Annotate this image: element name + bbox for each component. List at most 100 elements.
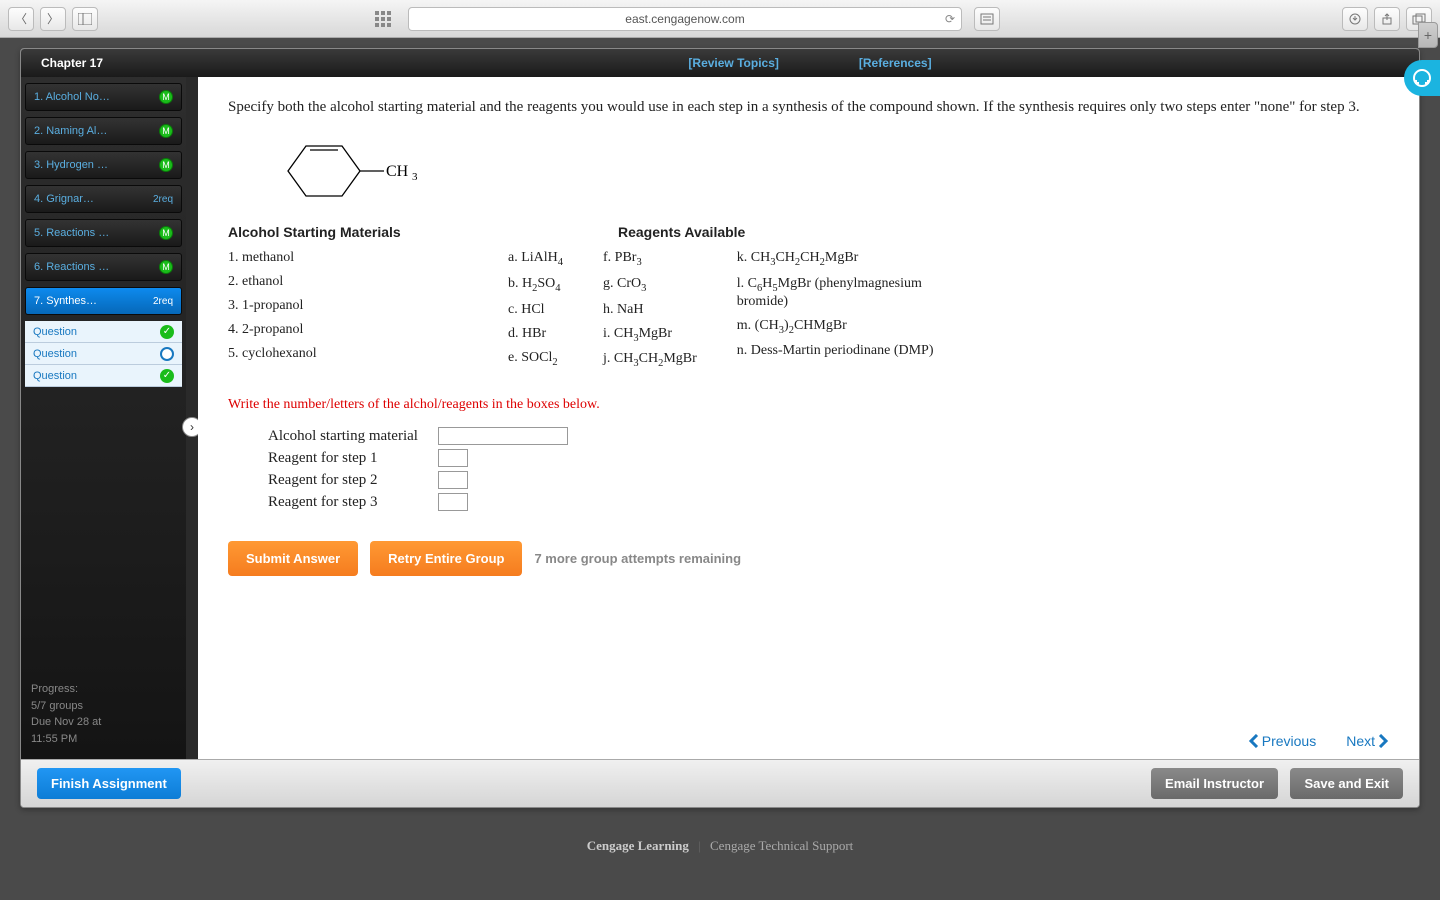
support-chat-button[interactable] — [1404, 60, 1440, 96]
mastered-badge-icon: M — [159, 90, 173, 104]
alcohol-starting-input[interactable] — [438, 427, 568, 445]
new-tab-button[interactable]: + — [1418, 22, 1438, 48]
reagent-step2-input[interactable] — [438, 471, 468, 489]
next-label: Next — [1346, 733, 1375, 749]
bottom-toolbar: Finish Assignment Email Instructor Save … — [21, 759, 1419, 807]
chemical-structure: CH 3 — [268, 136, 1389, 206]
prev-label: Previous — [1262, 733, 1316, 749]
list-item: n. Dess-Martin periodinane (DMP) — [737, 343, 957, 359]
nav-item-reactions-5[interactable]: 5. Reactions … M — [25, 219, 182, 247]
progress-block: Progress: 5/7 groups Due Nov 28 at 11:55… — [31, 681, 101, 747]
review-topics-link[interactable]: [Review Topics] — [688, 56, 778, 70]
reader-button[interactable] — [974, 7, 1000, 31]
sub-question-1[interactable]: Question ✓ — [25, 321, 182, 343]
list-item: d. HBr — [508, 326, 563, 342]
nav-label: 1. Alcohol No… — [34, 91, 110, 103]
sub-question-2[interactable]: Question — [25, 343, 182, 365]
question-sidebar: 1. Alcohol No… M 2. Naming Al… M 3. Hydr… — [21, 77, 186, 759]
required-badge: 2req — [153, 296, 173, 307]
sub-question-3[interactable]: Question ✓ — [25, 365, 182, 387]
chapter-title: Chapter 17 — [41, 56, 221, 70]
mastered-badge-icon: M — [159, 158, 173, 172]
assignment-window: Chapter 17 [Review Topics] [References] … — [20, 48, 1420, 808]
share-button[interactable] — [1374, 7, 1400, 31]
chapter-topbar: Chapter 17 [Review Topics] [References] — [21, 49, 1419, 77]
nav-item-synthesis[interactable]: 7. Synthes… 2req — [25, 287, 182, 315]
list-item: 4. 2-propanol — [228, 322, 448, 338]
reader-icon — [980, 13, 994, 25]
email-instructor-button[interactable]: Email Instructor — [1151, 768, 1278, 799]
grid-icon — [372, 8, 394, 30]
nav-label: 4. Grignar… — [34, 193, 94, 205]
footer-brand: Cengage Learning — [587, 838, 689, 853]
url-text: east.cengagenow.com — [625, 12, 744, 26]
input-label: Reagent for step 2 — [268, 472, 438, 489]
mastered-badge-icon: M — [159, 260, 173, 274]
list-item: c. HCl — [508, 302, 563, 318]
input-label: Alcohol starting material — [268, 428, 438, 445]
list-item: 3. 1-propanol — [228, 298, 448, 314]
input-label: Reagent for step 1 — [268, 450, 438, 467]
headset-icon — [1411, 67, 1433, 89]
alcohol-heading: Alcohol Starting Materials — [228, 224, 448, 240]
browser-toolbar: 〈 〉 east.cengagenow.com ⟳ — [0, 0, 1440, 38]
nav-label: 7. Synthes… — [34, 295, 97, 307]
list-item: 5. cyclohexanol — [228, 346, 448, 362]
next-link[interactable]: Next — [1346, 733, 1389, 749]
list-item: 2. ethanol — [228, 274, 448, 290]
retry-group-button[interactable]: Retry Entire Group — [370, 541, 522, 576]
list-item: 1. methanol — [228, 250, 448, 266]
nav-item-reactions-6[interactable]: 6. Reactions … M — [25, 253, 182, 281]
save-exit-button[interactable]: Save and Exit — [1290, 768, 1403, 799]
nav-item-grignard[interactable]: 4. Grignar… 2req — [25, 185, 182, 213]
instruction-text: Write the number/letters of the alchol/r… — [228, 397, 1389, 413]
submit-answer-button[interactable]: Submit Answer — [228, 541, 358, 576]
input-label: Reagent for step 3 — [268, 494, 438, 511]
sub-label: Question — [33, 370, 77, 382]
back-button[interactable]: 〈 — [8, 7, 34, 31]
attempts-remaining: 7 more group attempts remaining — [534, 551, 741, 566]
previous-link[interactable]: Previous — [1248, 733, 1316, 749]
question-content: Specify both the alcohol starting materi… — [198, 77, 1419, 759]
list-item: b. H2SO4 — [508, 276, 563, 294]
list-item: a. LiAlH4 — [508, 250, 563, 268]
top-sites-button[interactable] — [370, 7, 396, 31]
nav-item-hydrogen[interactable]: 3. Hydrogen … M — [25, 151, 182, 179]
list-item: j. CH3CH2MgBr — [603, 351, 697, 369]
address-bar[interactable]: east.cengagenow.com ⟳ — [408, 7, 962, 31]
nav-item-naming-al[interactable]: 2. Naming Al… M — [25, 117, 182, 145]
sidebar-icon — [78, 13, 92, 25]
progress-due: Due Nov 28 at — [31, 714, 101, 731]
nav-label: 3. Hydrogen … — [34, 159, 108, 171]
svg-text:CH: CH — [386, 163, 409, 180]
mastered-badge-icon: M — [159, 124, 173, 138]
finish-assignment-button[interactable]: Finish Assignment — [37, 768, 181, 799]
references-link[interactable]: [References] — [859, 56, 932, 70]
progress-title: Progress: — [31, 681, 101, 698]
downloads-button[interactable] — [1342, 7, 1368, 31]
sub-label: Question — [33, 348, 77, 360]
download-icon — [1349, 13, 1361, 25]
reagent-step3-input[interactable] — [438, 493, 468, 511]
page-footer: Cengage Learning | Cengage Technical Sup… — [0, 838, 1440, 854]
reagents-heading: Reagents Available — [618, 224, 957, 240]
refresh-icon[interactable]: ⟳ — [945, 12, 955, 26]
sidebar-toggle-button[interactable] — [72, 7, 98, 31]
reagent-step1-input[interactable] — [438, 449, 468, 467]
mastered-badge-icon: M — [159, 226, 173, 240]
sub-label: Question — [33, 326, 77, 338]
progress-groups: 5/7 groups — [31, 698, 101, 715]
required-badge: 2req — [153, 194, 173, 205]
methylcyclohexene-diagram: CH 3 — [268, 136, 438, 206]
progress-time: 11:55 PM — [31, 731, 101, 748]
footer-support-link[interactable]: Cengage Technical Support — [710, 838, 853, 853]
nav-item-alcohol-no[interactable]: 1. Alcohol No… M — [25, 83, 182, 111]
list-item: g. CrO3 — [603, 276, 697, 294]
list-item: l. C6H5MgBr (phenylmagnesium bromide) — [737, 276, 957, 310]
svg-text:3: 3 — [412, 171, 418, 183]
forward-button[interactable]: 〉 — [40, 7, 66, 31]
nav-label: 5. Reactions … — [34, 227, 109, 239]
sidebar-divider: › — [186, 77, 198, 759]
list-item: m. (CH3)2CHMgBr — [737, 318, 957, 336]
current-icon — [160, 347, 174, 361]
